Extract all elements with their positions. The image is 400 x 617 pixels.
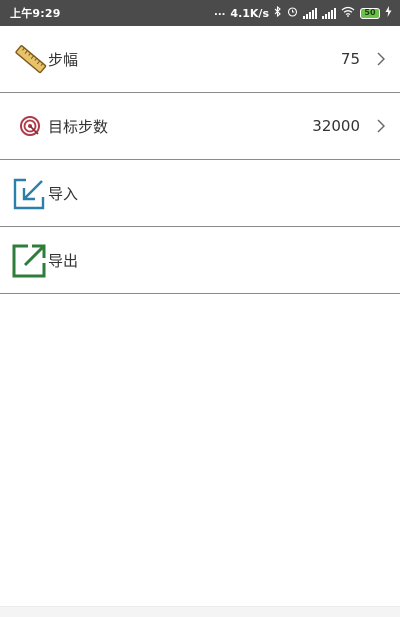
alarm-icon: [287, 6, 298, 20]
chevron-right-icon: [374, 119, 388, 133]
goal-steps-label: 目标步数: [48, 117, 109, 136]
status-dots: ...: [214, 7, 226, 18]
status-icons: ... 4.1K/s 50: [214, 5, 392, 20]
import-label: 导入: [48, 184, 79, 203]
bluetooth-icon: [274, 5, 282, 20]
export-row[interactable]: 导出: [0, 227, 400, 294]
export-icon: [12, 242, 48, 278]
export-label: 导出: [48, 251, 79, 270]
network-speed: 4.1K/s: [230, 6, 269, 20]
battery-level: 50: [364, 8, 376, 17]
signal-icon: [303, 7, 317, 19]
stride-label: 步幅: [48, 50, 79, 69]
settings-list: 步幅 75 目标步数 32000 导入 导出: [0, 26, 400, 294]
status-time: 上午9:29: [10, 7, 61, 20]
charging-icon: [385, 6, 392, 20]
wifi-icon: [341, 6, 355, 20]
bottom-bar: [0, 606, 400, 617]
import-row[interactable]: 导入: [0, 160, 400, 227]
battery-icon: 50: [360, 7, 380, 19]
chevron-right-icon: [374, 52, 388, 66]
goal-steps-value: 32000: [312, 117, 360, 135]
import-icon: [12, 175, 48, 211]
goal-steps-row[interactable]: 目标步数 32000: [0, 93, 400, 160]
status-bar: 上午9:29 ... 4.1K/s 50: [0, 0, 400, 26]
stride-value: 75: [340, 50, 360, 68]
target-icon: [12, 108, 48, 144]
stride-row[interactable]: 步幅 75: [0, 26, 400, 93]
signal-icon: [322, 7, 336, 19]
ruler-icon: [12, 41, 48, 77]
